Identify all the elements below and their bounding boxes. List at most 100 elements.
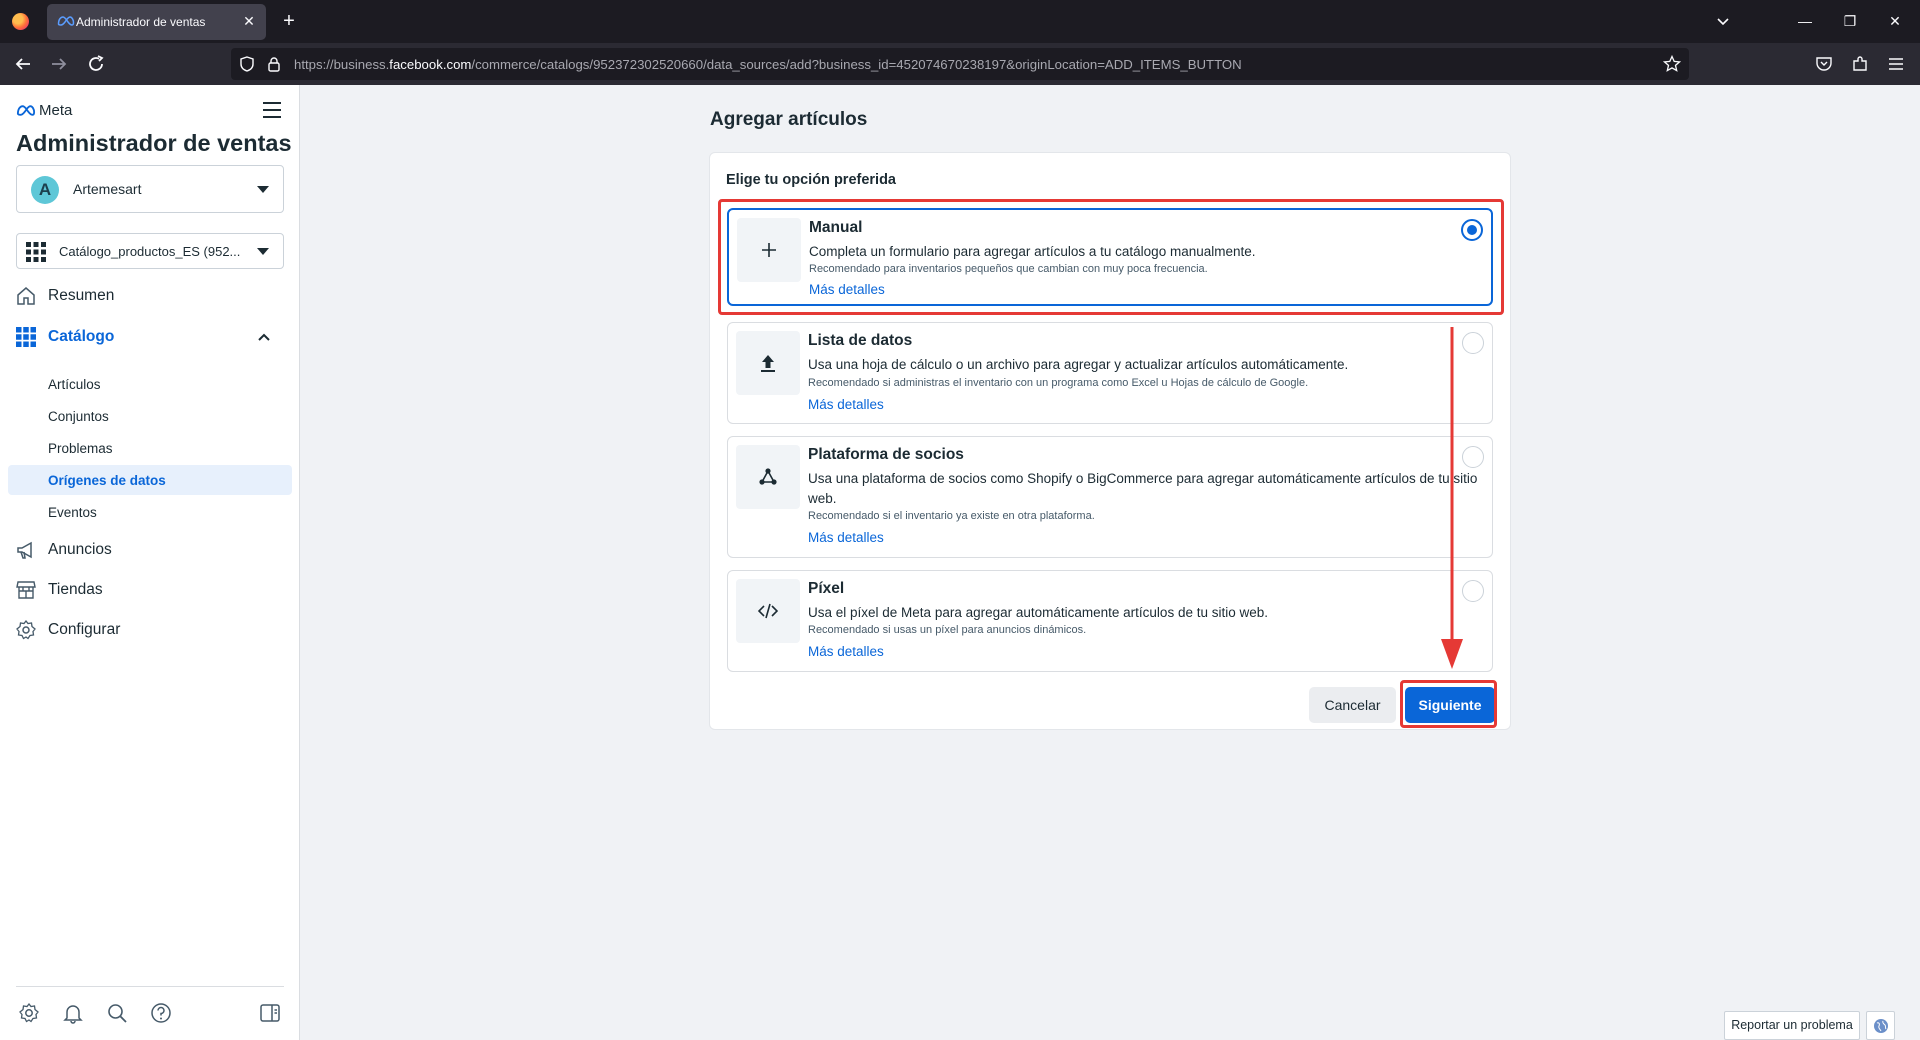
sidebar-subitem-label: Artículos <box>48 377 101 392</box>
url-suffix: /commerce/catalogs/952372302520660/data_… <box>471 57 1242 72</box>
grid-icon <box>26 242 46 262</box>
option-radio[interactable] <box>1462 580 1484 602</box>
store-icon <box>16 581 36 599</box>
option-radio[interactable] <box>1462 332 1484 354</box>
sidebar-item-label: Catálogo <box>48 328 115 345</box>
divider <box>16 986 284 987</box>
search-icon[interactable] <box>106 1002 128 1024</box>
meta-logo[interactable]: Meta <box>16 101 72 119</box>
url-text[interactable]: https://business.facebook.com/commerce/c… <box>294 57 1242 72</box>
bookmark-star-icon[interactable] <box>1663 55 1681 73</box>
globe-icon <box>1874 1019 1888 1033</box>
url-bar[interactable]: https://business.facebook.com/commerce/c… <box>231 48 1689 80</box>
catalog-name: Catálogo_productos_ES (952... <box>59 244 241 259</box>
pocket-icon[interactable] <box>1815 55 1833 73</box>
browser-nav-bar: https://business.facebook.com/commerce/c… <box>0 43 1920 85</box>
forward-icon[interactable] <box>48 53 70 75</box>
partner-network-icon <box>759 468 777 485</box>
sidebar-subitem-data-sources[interactable]: Orígenes de datos <box>8 465 292 495</box>
option-recommendation: Recomendado si usas un píxel para anunci… <box>808 624 1087 636</box>
code-icon <box>758 603 778 619</box>
sidebar-subitem-label: Eventos <box>48 505 97 520</box>
option-pixel[interactable]: Píxel Usa el píxel de Meta para agregar … <box>727 570 1493 672</box>
back-icon[interactable] <box>12 53 34 75</box>
help-icon[interactable] <box>150 1002 172 1024</box>
lock-icon[interactable] <box>267 56 281 72</box>
sidebar-subitem-issues[interactable]: Problemas <box>8 433 292 463</box>
browser-tab-bar: Administrador de ventas ✕ + — ❐ ✕ <box>0 0 1920 43</box>
sidebar-item-ads[interactable]: Anuncios <box>16 536 284 564</box>
cancel-button[interactable]: Cancelar <box>1309 687 1396 723</box>
language-button[interactable] <box>1866 1011 1895 1040</box>
sidebar-subitem-events[interactable]: Eventos <box>8 497 292 527</box>
gear-icon <box>16 620 36 640</box>
upload-icon <box>761 355 775 372</box>
sidebar-item-label: Resumen <box>48 287 115 304</box>
option-partner-platform[interactable]: Plataforma de socios Usa una plataforma … <box>727 436 1493 558</box>
shield-icon[interactable] <box>239 56 255 72</box>
sidebar-item-settings[interactable]: Configurar <box>16 616 284 644</box>
restore-icon[interactable]: ❐ <box>1839 10 1861 32</box>
settings-gear-icon[interactable] <box>18 1002 40 1024</box>
page-title: Agregar artículos <box>710 109 868 130</box>
option-recommendation: Recomendado si el inventario ya existe e… <box>808 510 1095 522</box>
option-details-link[interactable]: Más detalles <box>808 530 884 545</box>
option-description: Usa una plataforma de socios como Shopif… <box>808 471 1478 506</box>
card-title: Elige tu opción preferida <box>726 172 896 188</box>
option-recommendation: Recomendado si administras el inventario… <box>808 377 1309 389</box>
caret-down-icon <box>257 186 269 193</box>
option-details-link[interactable]: Más detalles <box>808 397 884 412</box>
option-radio[interactable] <box>1462 446 1484 468</box>
catalog-grid-icon <box>16 327 36 347</box>
sidebar-subitem-label: Orígenes de datos <box>48 473 166 488</box>
reload-icon[interactable] <box>85 53 107 75</box>
meta-logo-icon <box>16 104 36 116</box>
meta-logo-icon <box>57 16 75 26</box>
avatar: A <box>31 176 59 204</box>
sidebar-item-summary[interactable]: Resumen <box>16 282 284 310</box>
sidebar-item-catalog[interactable]: Catálogo <box>16 323 284 351</box>
minimize-icon[interactable]: — <box>1794 10 1816 32</box>
sidebar-item-label: Configurar <box>48 621 121 638</box>
catalog-selector[interactable]: Catálogo_productos_ES (952... <box>16 233 284 269</box>
account-name: Artemesart <box>73 181 142 197</box>
account-selector[interactable]: A Artemesart <box>16 165 284 213</box>
sidebar-subitem-sets[interactable]: Conjuntos <box>8 401 292 431</box>
sidebar-subitem-articles[interactable]: Artículos <box>8 369 292 399</box>
option-icon-box <box>736 331 800 395</box>
hamburger-menu-icon[interactable] <box>262 101 282 119</box>
sidebar: Meta Administrador de ventas A Artemesar… <box>0 85 300 1040</box>
home-icon <box>17 287 35 305</box>
sidebar-item-stores[interactable]: Tiendas <box>16 576 284 604</box>
option-icon-box <box>736 579 800 643</box>
tab-close-icon[interactable]: ✕ <box>240 12 258 30</box>
firefox-logo-icon[interactable] <box>12 13 29 30</box>
panel-toggle-icon[interactable] <box>259 1002 281 1024</box>
app-menu-icon[interactable] <box>1887 55 1905 73</box>
sidebar-item-label: Anuncios <box>48 541 112 558</box>
option-title: Lista de datos <box>808 332 913 349</box>
option-title: Píxel <box>808 580 845 597</box>
option-description: Usa una hoja de cálculo o un archivo par… <box>808 357 1349 372</box>
report-problem-button[interactable]: Reportar un problema <box>1724 1011 1860 1040</box>
sidebar-item-label: Tiendas <box>48 581 103 598</box>
chevron-down-icon[interactable] <box>1712 11 1734 33</box>
new-tab-icon[interactable]: + <box>278 10 300 32</box>
bell-icon[interactable] <box>62 1002 84 1024</box>
megaphone-icon <box>17 541 32 559</box>
annotation-highlight-manual <box>718 199 1504 315</box>
chevron-up-icon[interactable] <box>258 332 270 342</box>
option-title: Plataforma de socios <box>808 446 964 463</box>
close-window-icon[interactable]: ✕ <box>1884 10 1906 32</box>
extensions-icon[interactable] <box>1851 55 1869 73</box>
annotation-highlight-next <box>1400 680 1497 728</box>
option-details-link[interactable]: Más detalles <box>808 644 884 659</box>
option-icon-box <box>736 445 800 509</box>
browser-tab[interactable]: Administrador de ventas ✕ <box>47 4 266 40</box>
option-data-feed[interactable]: Lista de datos Usa una hoja de cálculo o… <box>727 322 1493 424</box>
tab-title: Administrador de ventas <box>76 15 206 29</box>
app-title: Administrador de ventas <box>16 130 292 156</box>
annotation-arrow-icon <box>1441 327 1463 669</box>
url-prefix: https://business. <box>294 57 390 72</box>
option-description: Usa el píxel de Meta para agregar automá… <box>808 605 1268 620</box>
